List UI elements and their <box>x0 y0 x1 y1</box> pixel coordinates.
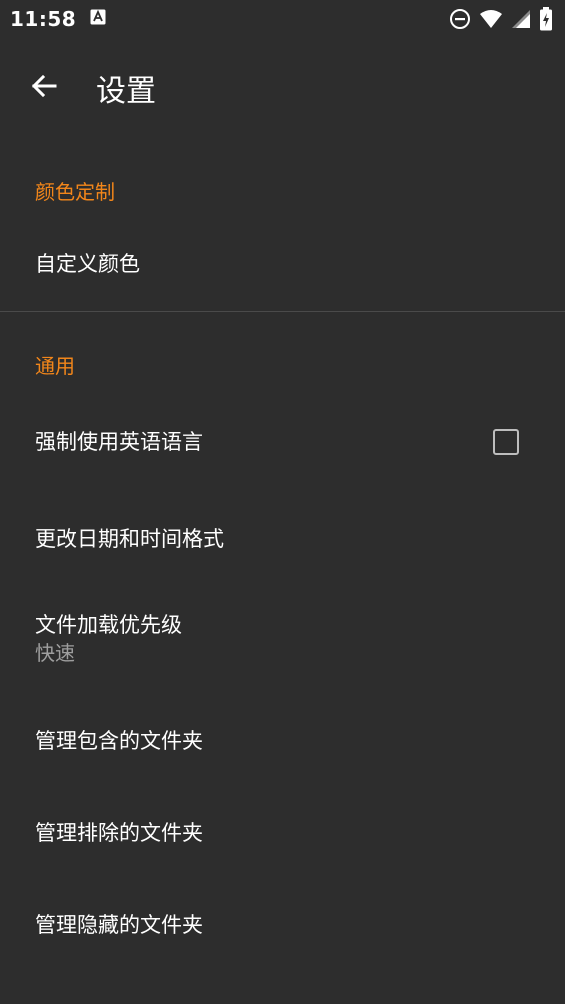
arrow-back-icon <box>30 72 58 104</box>
wifi-icon <box>479 9 503 29</box>
pref-file-loading-title: 文件加载优先级 <box>35 613 182 637</box>
page-title: 设置 <box>96 74 156 109</box>
back-button[interactable] <box>16 60 72 116</box>
pref-hidden-folders[interactable]: 管理隐藏的文件夹 <box>0 884 565 970</box>
pref-force-english[interactable]: 强制使用英语语言 <box>0 396 565 488</box>
pref-included-folders-title: 管理包含的文件夹 <box>35 729 203 753</box>
force-english-checkbox[interactable] <box>493 429 519 455</box>
section-header-color: 颜色定制 <box>35 180 115 204</box>
pref-custom-color[interactable]: 自定义颜色 <box>0 236 565 294</box>
section-header-general: 通用 <box>35 354 75 378</box>
notification-a-icon <box>90 9 106 29</box>
pref-custom-color-title: 自定义颜色 <box>35 252 140 276</box>
pref-file-loading[interactable]: 文件加载优先级 快速 <box>0 596 565 696</box>
app-toolbar: 设置 <box>0 56 565 120</box>
battery-charging-icon <box>539 7 553 31</box>
pref-file-loading-summary: 快速 <box>35 641 75 665</box>
pref-included-folders[interactable]: 管理包含的文件夹 <box>0 700 565 786</box>
status-bar: 11:58 <box>0 0 565 38</box>
status-clock: 11:58 <box>10 7 77 31</box>
pref-excluded-folders[interactable]: 管理排除的文件夹 <box>0 792 565 878</box>
pref-force-english-title: 强制使用英语语言 <box>35 430 203 454</box>
do-not-disturb-icon <box>449 8 471 30</box>
section-divider <box>0 311 565 312</box>
pref-date-format-title: 更改日期和时间格式 <box>35 527 224 551</box>
pref-hidden-folders-title: 管理隐藏的文件夹 <box>35 913 203 937</box>
status-right <box>449 7 553 31</box>
status-left: 11:58 <box>10 7 106 31</box>
signal-icon <box>511 9 531 29</box>
pref-excluded-folders-title: 管理排除的文件夹 <box>35 821 203 845</box>
pref-date-format[interactable]: 更改日期和时间格式 <box>0 494 565 586</box>
